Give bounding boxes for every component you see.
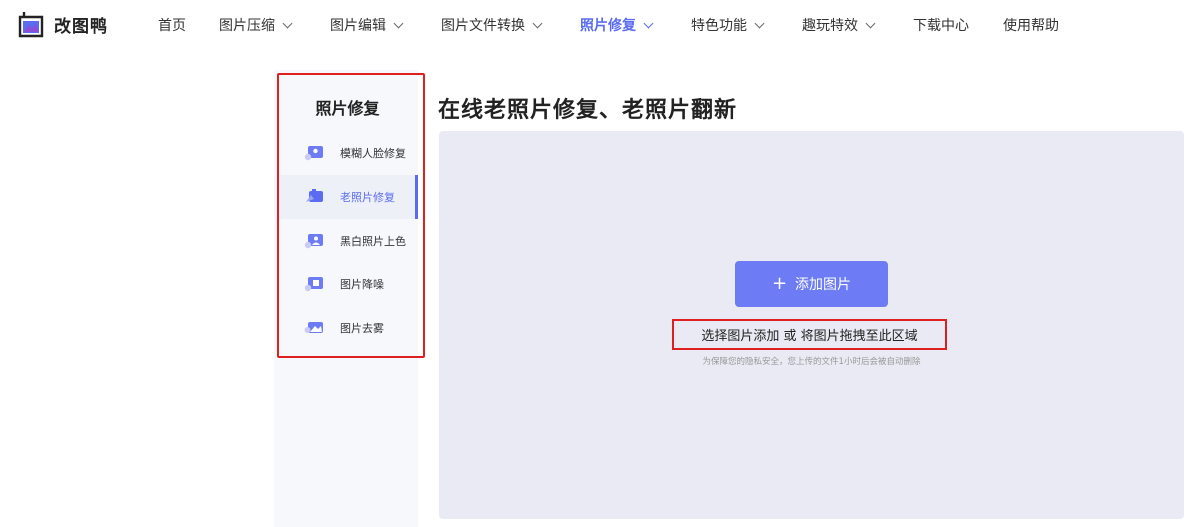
plus-icon: + xyxy=(771,273,788,294)
privacy-note: 为保障您的隐私安全，您上传的文件1小时后会被自动删除 xyxy=(702,357,921,367)
nav-item[interactable]: 首页 xyxy=(158,15,186,35)
nav-item[interactable]: 特色功能 xyxy=(691,15,765,35)
nav-item-label: 首页 xyxy=(158,18,186,34)
chevron-down-icon xyxy=(754,18,765,28)
nav-item[interactable]: 图片编辑 xyxy=(330,15,404,35)
nav-item-label: 特色功能 xyxy=(691,18,747,34)
page-title: 在线老照片修复、老照片翻新 xyxy=(438,98,738,123)
chevron-down-icon xyxy=(532,18,543,28)
chevron-down-icon xyxy=(643,18,654,28)
logo[interactable]: 改图鸭 xyxy=(16,9,108,39)
nav-item-label: 下载中心 xyxy=(913,18,969,34)
top-navigation-bar: 改图鸭 首页 图片压缩 图片编辑 图片文件转换 照片修复 特色功能 趣玩特效 下载中心 使用帮助 xyxy=(0,0,1200,48)
chevron-down-icon xyxy=(393,18,404,28)
upload-hint: 选择图片添加 或 将图片拖拽至此区域 xyxy=(672,319,947,350)
chevron-down-icon xyxy=(865,18,876,28)
nav-item[interactable]: 趣玩特效 xyxy=(802,15,876,35)
nav-item-label: 趣玩特效 xyxy=(802,18,858,34)
nav-item[interactable]: 照片修复 xyxy=(580,15,654,35)
add-image-button[interactable]: + 添加图片 xyxy=(735,261,888,307)
nav-item[interactable]: 图片文件转换 xyxy=(441,15,543,35)
nav-item[interactable]: 图片压缩 xyxy=(219,15,293,35)
nav-item-label: 照片修复 xyxy=(580,18,636,34)
nav-item-label: 图片文件转换 xyxy=(441,18,525,34)
logo-text: 改图鸭 xyxy=(54,16,108,37)
add-image-label: 添加图片 xyxy=(795,277,852,293)
logo-icon xyxy=(16,9,46,39)
nav-item[interactable]: 下载中心 xyxy=(913,15,969,35)
nav-item[interactable]: 使用帮助 xyxy=(1003,15,1059,35)
nav-item-label: 使用帮助 xyxy=(1003,18,1059,34)
chevron-down-icon xyxy=(282,18,293,28)
nav-item-label: 图片压缩 xyxy=(219,18,275,34)
sidebar-highlight-frame xyxy=(277,73,425,358)
nav-item-label: 图片编辑 xyxy=(330,18,386,34)
